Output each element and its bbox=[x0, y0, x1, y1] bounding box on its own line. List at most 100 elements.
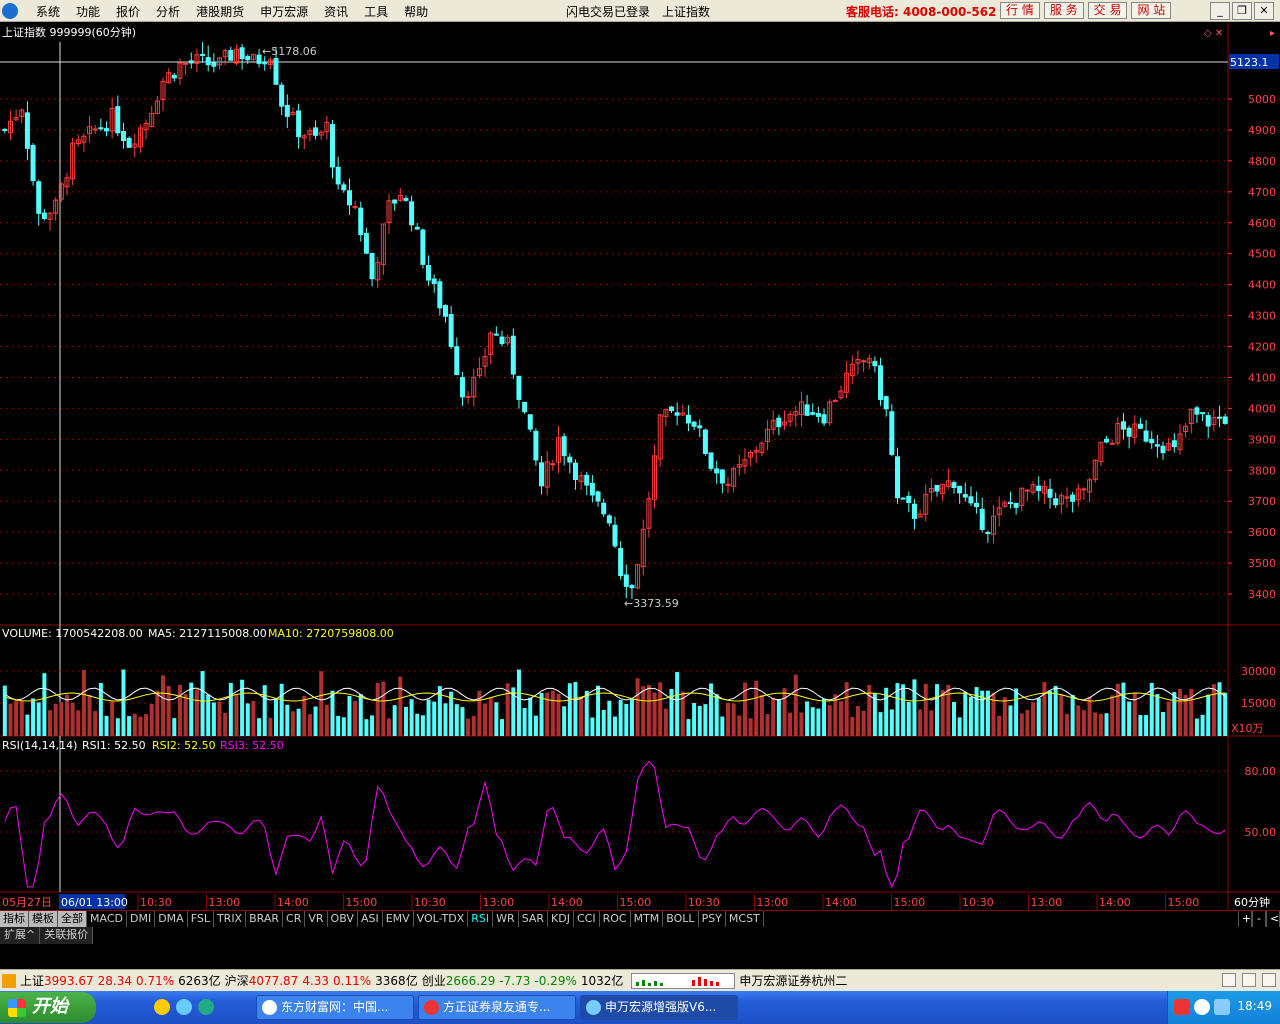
minimize-icon[interactable]: _ bbox=[1210, 2, 1230, 20]
volume-label: MA10: 2720759808.00 bbox=[268, 627, 394, 640]
quicklaunch-app-icon[interactable] bbox=[154, 999, 170, 1015]
indicator-tab-vol-tdx[interactable]: VOL-TDX bbox=[414, 911, 469, 927]
tab-expand[interactable]: 扩展^ bbox=[0, 927, 41, 944]
tray-app-icon[interactable] bbox=[1174, 999, 1190, 1015]
volume-bar bbox=[36, 702, 41, 736]
hs-name[interactable]: 沪深 bbox=[225, 972, 249, 989]
indicator-tab-roc[interactable]: ROC bbox=[600, 911, 631, 927]
volume-bar bbox=[584, 690, 589, 736]
indicator-tab-cr[interactable]: CR bbox=[283, 911, 306, 927]
volume-bar bbox=[539, 692, 544, 736]
task-eastmoney[interactable]: 东方财富网：中国... bbox=[256, 995, 414, 1020]
indicator-tab-全部[interactable]: 全部 bbox=[58, 911, 87, 927]
volume-bar bbox=[420, 715, 425, 736]
candle-body bbox=[719, 469, 725, 484]
menu-item-5[interactable]: 申万宏源 bbox=[252, 3, 316, 20]
date-start-label: 05月27日 bbox=[2, 896, 52, 909]
volume-bar bbox=[528, 697, 533, 736]
indicator-tab-macd[interactable]: MACD bbox=[87, 911, 127, 927]
candle-body bbox=[92, 128, 98, 131]
top-button-3[interactable]: 网 站 bbox=[1131, 2, 1172, 19]
notes-icon[interactable] bbox=[1222, 973, 1236, 987]
indicator-tab-mcst[interactable]: MCST bbox=[726, 911, 764, 927]
candle-body bbox=[776, 417, 782, 428]
indicator-tab-wr[interactable]: WR bbox=[493, 911, 519, 927]
start-button[interactable]: 开始 bbox=[0, 992, 96, 1023]
candle-body bbox=[979, 508, 985, 530]
menu-item-7[interactable]: 工具 bbox=[356, 3, 396, 20]
tab-tool-0[interactable]: + bbox=[1238, 911, 1252, 927]
alarm-icon[interactable] bbox=[1242, 973, 1256, 987]
indicator-tab-vr[interactable]: VR bbox=[305, 911, 328, 927]
indicator-tab-指标[interactable]: 指标 bbox=[0, 911, 29, 927]
indicator-tab-boll[interactable]: BOLL bbox=[663, 911, 699, 927]
panel-scroll-icon[interactable]: ▸ bbox=[1270, 28, 1275, 39]
candle-body bbox=[426, 265, 432, 281]
indicator-tab-dmi[interactable]: DMI bbox=[127, 911, 156, 927]
top-button-2[interactable]: 交 易 bbox=[1087, 2, 1128, 19]
quicklaunch-browser-icon[interactable] bbox=[176, 999, 192, 1015]
tab-related-quotes[interactable]: 关联报价 bbox=[40, 927, 94, 944]
panel-options-icon[interactable]: ◇ ✕ bbox=[1204, 28, 1223, 39]
market-breadth-bar bbox=[631, 972, 736, 989]
price-tick-label: 3500 bbox=[1248, 557, 1276, 570]
indicator-tab-模板[interactable]: 模板 bbox=[29, 911, 58, 927]
indicator-tab-psy[interactable]: PSY bbox=[699, 911, 726, 927]
indicator-tab-mtm[interactable]: MTM bbox=[631, 911, 664, 927]
indicator-tab-brar[interactable]: BRAR bbox=[246, 911, 284, 927]
volume-bar bbox=[550, 690, 555, 736]
clock: 18:49 bbox=[1237, 999, 1272, 1013]
volume-bar bbox=[2, 685, 7, 736]
candle-body bbox=[668, 406, 674, 411]
sh-name[interactable]: 上证 bbox=[20, 972, 44, 989]
ticker-menu-icon[interactable] bbox=[2, 973, 16, 988]
status-area: 闪电交易已登录 上证指数 bbox=[566, 3, 710, 20]
info-icon[interactable] bbox=[1262, 973, 1276, 987]
volume-bar bbox=[1127, 701, 1132, 736]
quicklaunch-ie-icon[interactable] bbox=[198, 999, 214, 1015]
top-button-0[interactable]: 行 情 bbox=[1000, 2, 1040, 19]
indicator-tab-fsl[interactable]: FSL bbox=[188, 911, 214, 927]
menu-item-4[interactable]: 港股期货 bbox=[188, 3, 252, 20]
menu-item-3[interactable]: 分析 bbox=[148, 3, 188, 20]
tray-shield-icon[interactable] bbox=[1214, 999, 1230, 1015]
volume-bar bbox=[14, 700, 19, 736]
candle-body bbox=[889, 411, 895, 455]
indicator-tab-kdj[interactable]: KDJ bbox=[548, 911, 574, 927]
volume-bar bbox=[48, 710, 53, 736]
menu-item-6[interactable]: 资讯 bbox=[316, 3, 356, 20]
volume-bar bbox=[1194, 718, 1199, 736]
candle-body bbox=[98, 127, 104, 130]
candle-body bbox=[30, 145, 36, 181]
tray-network-icon[interactable] bbox=[1194, 999, 1210, 1015]
indicator-tab-emv[interactable]: EMV bbox=[383, 911, 414, 927]
indicator-tab-dma[interactable]: DMA bbox=[155, 911, 188, 927]
volume-bar bbox=[274, 698, 279, 736]
indicator-tab-trix[interactable]: TRIX bbox=[214, 911, 247, 927]
task-founder[interactable]: 方正证券泉友通专... bbox=[418, 995, 576, 1020]
price-tick-label: 4700 bbox=[1248, 186, 1276, 199]
task-swhy[interactable]: 申万宏源增强版V6... bbox=[580, 995, 738, 1020]
restore-icon[interactable]: ❐ bbox=[1232, 2, 1252, 20]
kline-chart[interactable]: 5000 4900 4800 4700 4600 4500 4400 4300 4200 4100… bbox=[0, 22, 1280, 910]
volume-bar bbox=[115, 718, 120, 736]
top-button-1[interactable]: 服 务 bbox=[1043, 2, 1084, 19]
volume-bar bbox=[53, 704, 58, 736]
menu-item-0[interactable]: 系统 bbox=[28, 3, 68, 20]
indicator-tab-sar[interactable]: SAR bbox=[519, 911, 549, 927]
volume-bar bbox=[686, 719, 691, 736]
menu-item-8[interactable]: 帮助 bbox=[396, 3, 436, 20]
close-icon[interactable]: ✕ bbox=[1254, 2, 1274, 20]
rsi-tick-label: 80.00 bbox=[1245, 765, 1277, 778]
candle-body bbox=[188, 60, 194, 64]
indicator-tab-cci[interactable]: CCI bbox=[574, 911, 600, 927]
menu-item-2[interactable]: 报价 bbox=[108, 3, 148, 20]
cy-name[interactable]: 创业 bbox=[422, 972, 446, 989]
menu-item-1[interactable]: 功能 bbox=[68, 3, 108, 20]
indicator-tab-asi[interactable]: ASI bbox=[358, 911, 383, 927]
tab-tool-1[interactable]: - bbox=[1252, 911, 1266, 927]
volume-bar bbox=[257, 718, 262, 736]
indicator-tab-obv[interactable]: OBV bbox=[328, 911, 358, 927]
indicator-tab-rsi[interactable]: RSI bbox=[468, 911, 494, 927]
tab-tool-2[interactable]: < bbox=[1266, 911, 1280, 927]
